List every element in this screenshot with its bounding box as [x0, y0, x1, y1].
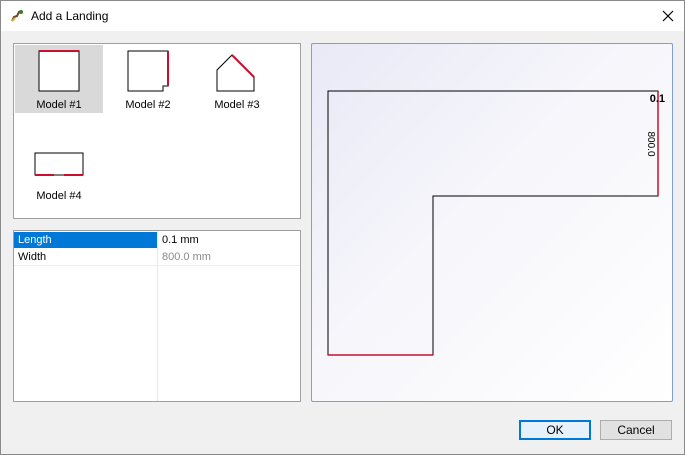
landing-app-icon [11, 10, 23, 22]
dialog-window: Add a Landing Model #1 Model #2 Model #3… [0, 0, 685, 455]
model-4-icon [34, 152, 84, 176]
model-4-label: Model #4 [36, 190, 82, 202]
model-item-1[interactable]: Model #1 [15, 45, 103, 113]
close-icon [662, 10, 674, 22]
close-button[interactable] [652, 1, 684, 31]
model-3-label: Model #3 [214, 99, 260, 111]
width-dimension-label: 800.0 [645, 131, 656, 156]
model-item-3[interactable]: Model #3 [193, 45, 281, 113]
model-item-4[interactable]: Model #4 [15, 136, 103, 204]
model-item-2[interactable]: Model #2 [104, 45, 192, 113]
length-dimension-label: 0.1 [650, 93, 665, 105]
property-name-width[interactable]: Width [14, 249, 157, 265]
property-value-length[interactable]: 0.1 mm [158, 232, 300, 248]
cancel-button[interactable]: Cancel [600, 420, 672, 440]
property-grid: Length 0.1 mm Width 800.0 mm [13, 230, 301, 402]
property-name-length[interactable]: Length [14, 232, 157, 248]
property-value-width: 800.0 mm [162, 251, 211, 263]
model-list: Model #1 Model #2 Model #3 Model #4 [13, 43, 301, 219]
landing-preview-canvas: 0.1 800.0 [327, 90, 665, 356]
property-row-length[interactable]: Length 0.1 mm [14, 232, 300, 248]
title-bar: Add a Landing [1, 1, 684, 31]
model-2-icon [127, 50, 169, 92]
landing-outline [327, 90, 659, 356]
model-1-icon [38, 50, 80, 92]
landing-preview: 0.1 800.0 [311, 43, 673, 402]
dialog-title: Add a Landing [31, 9, 109, 23]
ok-button[interactable]: OK [519, 420, 591, 440]
model-3-icon [216, 54, 255, 92]
property-row-width[interactable]: Width 800.0 mm [14, 249, 300, 266]
